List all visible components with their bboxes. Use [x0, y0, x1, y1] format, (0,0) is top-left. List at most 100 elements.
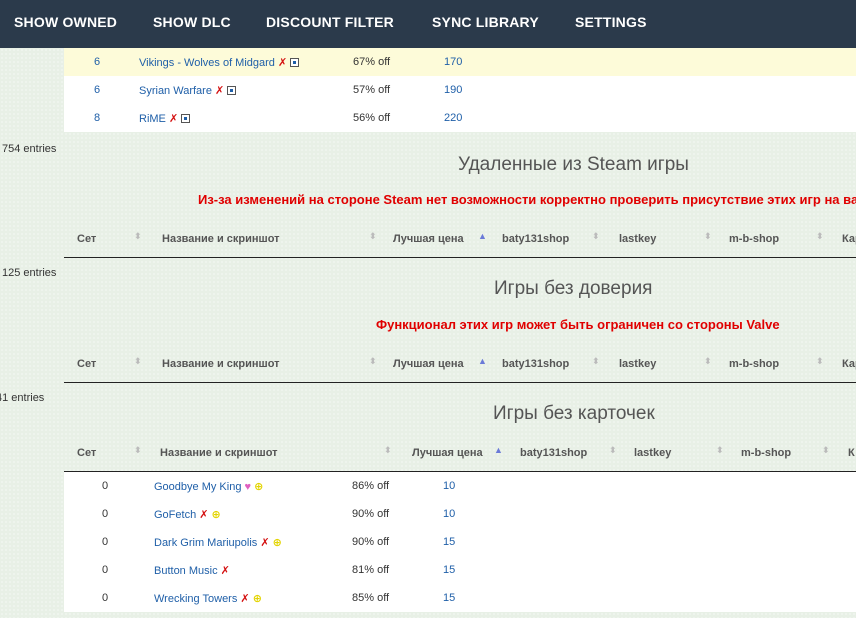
nav-show-dlc[interactable]: SHOW DLC: [153, 14, 231, 30]
col-lastkey[interactable]: lastkey: [619, 358, 656, 370]
not-owned-x-icon: ✗: [220, 565, 230, 577]
game-link[interactable]: Wrecking Towers: [154, 593, 237, 605]
section-title-no-cards: Игры без карточек: [493, 403, 655, 424]
col-baty131shop[interactable]: baty131shop: [520, 447, 587, 459]
sort-icon[interactable]: ⬍: [134, 356, 142, 367]
entries-count: 754 entries: [2, 143, 57, 155]
set-count: 6: [94, 84, 101, 96]
set-count: 0: [102, 592, 109, 604]
table-header: Сет ⬍ Название и скриншот ⬍ Лучшая цена …: [64, 437, 856, 472]
sort-icon[interactable]: ⬍: [822, 445, 830, 456]
col-set[interactable]: Сет: [77, 233, 96, 245]
col-set[interactable]: Сет: [77, 447, 96, 459]
sort-icon[interactable]: ⬍: [369, 356, 377, 367]
table-row: 8 RiME ✗ 56% off 220: [64, 104, 856, 132]
col-cards[interactable]: К: [848, 447, 855, 459]
table-header: Сет ⬍ Название и скриншот ⬍ Лучшая цена …: [64, 348, 856, 383]
sort-icon[interactable]: ⬍: [816, 356, 824, 367]
nav-settings[interactable]: SETTINGS: [575, 14, 647, 30]
game-link[interactable]: Dark Grim Mariupolis: [154, 537, 257, 549]
game-link[interactable]: Button Music: [154, 565, 218, 577]
col-best-price[interactable]: Лучшая цена: [393, 233, 464, 245]
col-name[interactable]: Название и скриншот: [162, 233, 280, 245]
price-value: 10: [443, 508, 456, 520]
sort-icon[interactable]: ⬍: [134, 445, 142, 456]
col-cards[interactable]: Кар: [842, 233, 856, 245]
set-count: 0: [102, 480, 109, 492]
top-navbar: SHOW OWNED SHOW DLC DISCOUNT FILTER SYNC…: [0, 0, 856, 48]
discount-value: 56% off: [353, 112, 391, 124]
discount-value: 67% off: [353, 56, 391, 68]
col-set[interactable]: Сет: [77, 358, 96, 370]
screenshot-icon[interactable]: [290, 58, 300, 67]
col-baty131shop[interactable]: baty131shop: [502, 233, 569, 245]
game-link[interactable]: Syrian Warfare: [139, 85, 212, 97]
table-row: 0 Button Music ✗ 81% off 15: [64, 556, 856, 584]
price-value: 15: [443, 564, 456, 576]
not-owned-x-icon: ✗: [260, 537, 270, 549]
sort-icon[interactable]: ⬍: [704, 356, 712, 367]
col-cards[interactable]: Кар: [842, 358, 856, 370]
price-value: 220: [444, 112, 463, 124]
col-m-b-shop[interactable]: m-b-shop: [729, 233, 779, 245]
price-value: 190: [444, 84, 463, 96]
game-link[interactable]: RiME: [139, 113, 166, 125]
game-link[interactable]: Vikings - Wolves of Midgard: [139, 57, 275, 69]
col-lastkey[interactable]: lastkey: [619, 233, 656, 245]
card-icon[interactable]: ⊕: [212, 509, 221, 521]
discount-value: 90% off: [352, 536, 390, 548]
sort-asc-icon[interactable]: ▲: [494, 445, 503, 455]
table-row: 6 Syrian Warfare ✗ 57% off 190: [64, 76, 856, 104]
game-link[interactable]: Goodbye My King: [154, 481, 241, 493]
price-value: 15: [443, 592, 456, 604]
discount-value: 85% off: [352, 592, 390, 604]
sort-icon[interactable]: ⬍: [716, 445, 724, 456]
section-title-untrusted: Игры без доверия: [494, 278, 653, 299]
price-value: 15: [443, 536, 456, 548]
screenshot-icon[interactable]: [227, 86, 237, 95]
sort-icon[interactable]: ⬍: [592, 231, 600, 242]
col-baty131shop[interactable]: baty131shop: [502, 358, 569, 370]
sort-icon[interactable]: ⬍: [384, 445, 392, 456]
wishlist-heart-icon: ♥: [244, 481, 252, 493]
sort-icon[interactable]: ⬍: [369, 231, 377, 242]
not-owned-x-icon: ✗: [240, 593, 250, 605]
card-icon[interactable]: ⊕: [254, 481, 263, 493]
col-name[interactable]: Название и скриншот: [160, 447, 278, 459]
sort-asc-icon[interactable]: ▲: [478, 356, 487, 366]
set-count: 0: [102, 536, 109, 548]
card-icon[interactable]: ⊕: [273, 537, 282, 549]
set-count: 8: [94, 112, 101, 124]
discount-value: 57% off: [353, 84, 391, 96]
not-owned-x-icon: ✗: [278, 57, 288, 69]
not-owned-x-icon: ✗: [168, 113, 179, 125]
game-link[interactable]: GoFetch: [154, 509, 196, 521]
col-best-price[interactable]: Лучшая цена: [393, 358, 464, 370]
not-owned-x-icon: ✗: [199, 509, 209, 521]
nav-show-owned[interactable]: SHOW OWNED: [14, 14, 117, 30]
set-count: 0: [102, 508, 109, 520]
warning-text: Из-за изменений на стороне Steam нет воз…: [198, 192, 856, 207]
col-name[interactable]: Название и скриншот: [162, 358, 280, 370]
col-m-b-shop[interactable]: m-b-shop: [741, 447, 791, 459]
sort-icon[interactable]: ⬍: [134, 231, 142, 242]
price-value: 170: [444, 56, 463, 68]
sort-icon[interactable]: ⬍: [816, 231, 824, 242]
col-m-b-shop[interactable]: m-b-shop: [729, 358, 779, 370]
price-value: 10: [443, 480, 456, 492]
sort-icon[interactable]: ⬍: [592, 356, 600, 367]
table-row: 0 Dark Grim Mariupolis ✗ ⊕ 90% off 15: [64, 528, 856, 556]
table-row: 6 Vikings - Wolves of Midgard ✗ 67% off …: [64, 48, 856, 76]
sort-icon[interactable]: ⬍: [609, 445, 617, 456]
screenshot-icon[interactable]: [181, 114, 191, 123]
card-icon[interactable]: ⊕: [253, 593, 262, 605]
col-best-price[interactable]: Лучшая цена: [412, 447, 483, 459]
nav-sync-library[interactable]: SYNC LIBRARY: [432, 14, 539, 30]
table-row: 0 Wrecking Towers ✗ ⊕ 85% off 15: [64, 584, 856, 612]
nav-discount-filter[interactable]: DISCOUNT FILTER: [266, 14, 394, 30]
sort-icon[interactable]: ⬍: [704, 231, 712, 242]
col-lastkey[interactable]: lastkey: [634, 447, 671, 459]
not-owned-x-icon: ✗: [215, 85, 225, 97]
table-header: Сет ⬍ Название и скриншот ⬍ Лучшая цена …: [64, 223, 856, 258]
sort-asc-icon[interactable]: ▲: [478, 231, 487, 241]
